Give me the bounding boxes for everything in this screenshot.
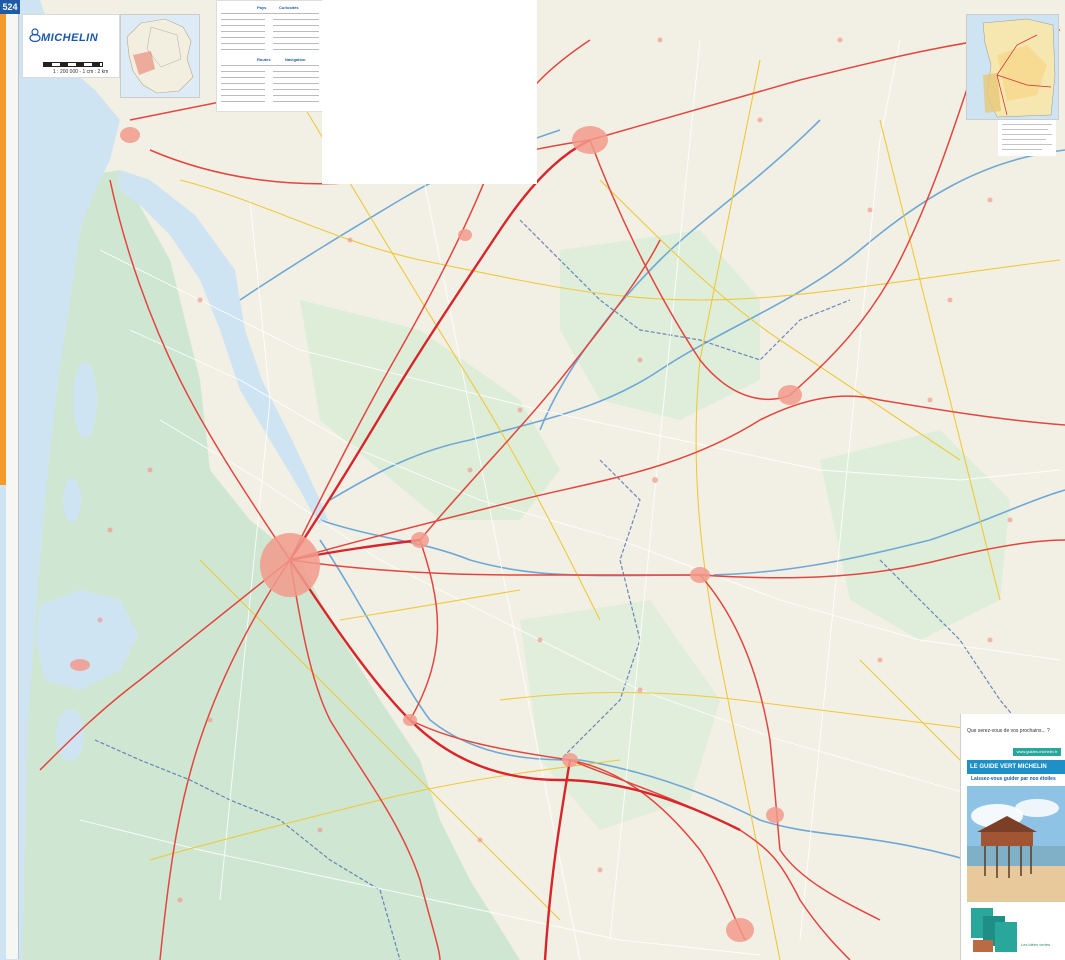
hourtin-lake bbox=[73, 362, 97, 438]
road-map-page: 524 MICHELIN 1 : 200 000 - 1 cm : 2 km P… bbox=[0, 0, 1065, 960]
agen-urban bbox=[726, 918, 754, 942]
scale-text: 1 : 200 000 - 1 cm : 2 km bbox=[53, 69, 109, 75]
bergerac-urban bbox=[690, 567, 710, 583]
villeneuve-urban bbox=[766, 807, 784, 823]
perigueux-urban bbox=[778, 385, 802, 405]
promo-photo-stilt-house bbox=[967, 786, 1065, 902]
region-inset-notes bbox=[998, 120, 1056, 156]
promo-footer: Les idées vertes bbox=[1021, 942, 1051, 947]
region-inset-drawing bbox=[967, 15, 1058, 119]
marmande-urban bbox=[562, 753, 578, 767]
promo-title-band: LE GUIDE VERT MICHELIN bbox=[967, 760, 1065, 774]
france-inset-map bbox=[120, 14, 200, 98]
cazaux-lake bbox=[56, 709, 84, 761]
legend-heading: Pays bbox=[257, 5, 267, 10]
legend-heading: Curiosités bbox=[279, 5, 299, 10]
libourne-urban bbox=[411, 532, 429, 548]
royan-urban bbox=[120, 127, 140, 143]
legend-heading: Navigation bbox=[285, 57, 306, 62]
angouleme-urban bbox=[572, 126, 608, 154]
cognac-urban bbox=[458, 229, 472, 241]
promo-badge: www.guides.michelin.fr bbox=[1013, 748, 1061, 756]
brand-logo: MICHELIN bbox=[41, 32, 99, 44]
guide-vert-promo: Que serez-vous de vos prochains... ? www… bbox=[960, 714, 1065, 960]
legend-heading: Routes bbox=[257, 57, 271, 62]
arcachon-urban bbox=[70, 659, 90, 671]
scale-bar bbox=[43, 62, 103, 67]
bordeaux-urban bbox=[260, 533, 320, 597]
blank-panel bbox=[322, 0, 537, 184]
page-number-tag: 524 bbox=[0, 0, 20, 14]
brand-box: MICHELIN 1 : 200 000 - 1 cm : 2 km bbox=[22, 14, 120, 78]
france-inset-drawing bbox=[121, 15, 199, 97]
promo-question: Que serez-vous de vos prochains... ? bbox=[967, 728, 1050, 734]
grid-reference-margin bbox=[6, 14, 19, 959]
region-inset-map bbox=[966, 14, 1059, 120]
langon-urban bbox=[403, 714, 417, 726]
promo-tagline: Laissez-vous guider par nos étoiles bbox=[971, 776, 1056, 782]
promo-guide-books bbox=[969, 906, 1021, 954]
lacanau-lake bbox=[63, 478, 81, 522]
map-legend: Pays Curiosités Routes Navigation bbox=[216, 0, 324, 112]
